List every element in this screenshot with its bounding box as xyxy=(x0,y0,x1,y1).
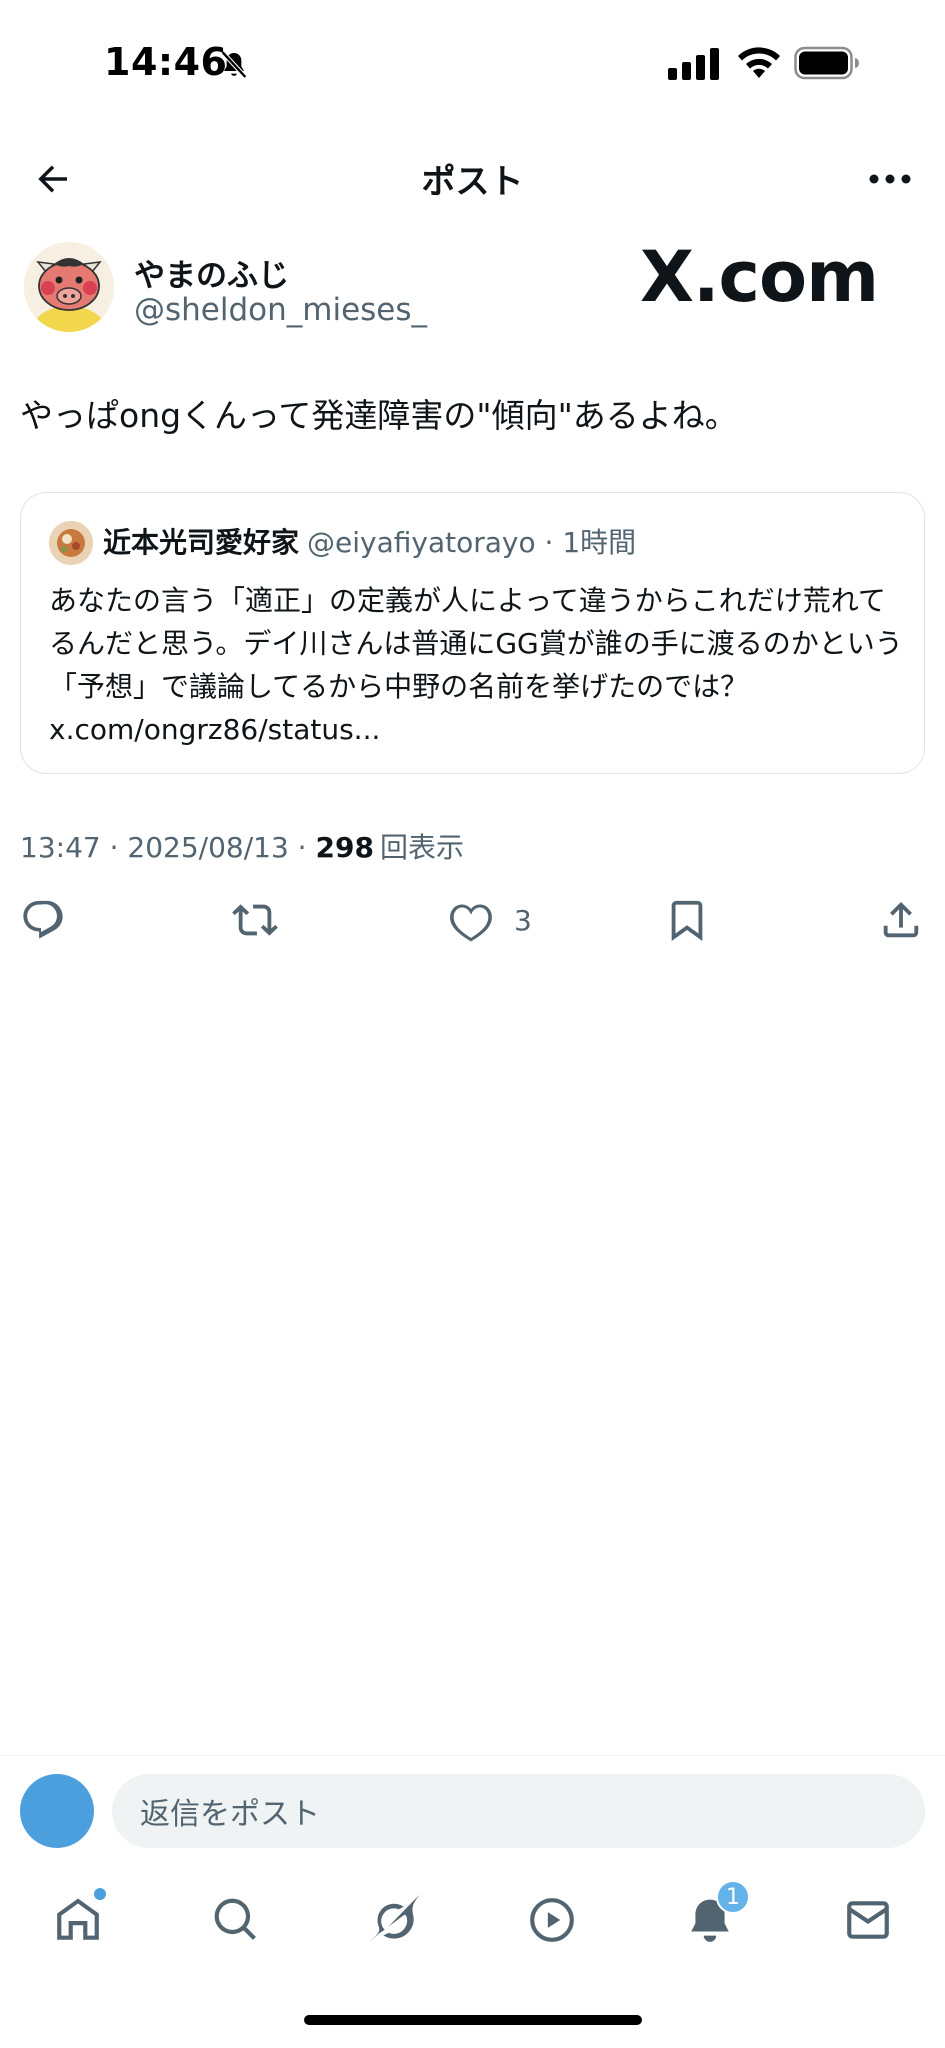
like-button[interactable]: 3 xyxy=(448,890,532,950)
notifications-badge: 1 xyxy=(716,1880,750,1914)
bell-off-icon xyxy=(220,50,248,79)
tab-home[interactable] xyxy=(48,1888,108,1950)
author-handle[interactable]: @sheldon_mieses_ xyxy=(134,292,427,328)
repost-icon xyxy=(232,904,278,936)
more-options-button[interactable] xyxy=(863,154,917,204)
post-actions: 3 xyxy=(0,890,945,950)
cellular-signal-icon xyxy=(668,48,719,80)
tab-messages[interactable] xyxy=(838,1890,898,1950)
views-label: 回表示 xyxy=(379,831,464,864)
more-horizontal-icon xyxy=(869,174,911,184)
quoted-author-name: 近本光司愛好家 xyxy=(103,526,300,559)
grok-icon xyxy=(369,1895,419,1943)
heart-icon xyxy=(450,904,492,942)
tab-grok[interactable] xyxy=(364,1890,424,1950)
quoted-post-text: あなたの言う「適正」の定義が人によって違うからこれだけ荒れてるんだと思う。デイ川… xyxy=(49,584,903,746)
post-body-text: やっぱongくんって発達障害の"傾向"あるよね。 xyxy=(20,396,738,435)
quoted-author-handle: @eiyafiyatorayo xyxy=(307,526,536,559)
author-avatar[interactable] xyxy=(24,242,114,332)
home-new-dot xyxy=(94,1888,106,1900)
status-bar: 14:46 xyxy=(0,0,945,130)
author-name[interactable]: やまのふじ xyxy=(134,250,289,295)
mail-icon xyxy=(847,1901,889,1939)
cartoon-cow-avatar-icon xyxy=(24,242,114,332)
bookmark-icon xyxy=(671,900,703,941)
quoted-post-card[interactable]: 近本光司愛好家 @eiyafiyatorayo · 1時間 あなたの言う「適正」の… xyxy=(20,492,925,774)
tab-notifications[interactable]: 1 xyxy=(680,1880,750,1950)
home-icon xyxy=(57,1898,99,1940)
food-photo-avatar-icon xyxy=(49,521,93,565)
repost-button[interactable] xyxy=(232,890,278,950)
post-meta: 13:47 · 2025/08/13 · 298 回表示 xyxy=(20,826,464,866)
play-icon xyxy=(530,1898,574,1942)
tab-video[interactable] xyxy=(522,1890,582,1950)
x-com-watermark: X.com xyxy=(640,236,879,318)
post-timestamp: 13:47 · 2025/08/13 · xyxy=(20,831,316,864)
home-indicator xyxy=(304,2015,642,2025)
reply-icon xyxy=(23,900,63,939)
share-icon xyxy=(883,901,919,938)
page-title: ポスト xyxy=(421,162,524,202)
share-button[interactable] xyxy=(878,890,924,950)
reply-divider xyxy=(0,1755,945,1756)
tab-search[interactable] xyxy=(206,1890,266,1950)
like-count: 3 xyxy=(514,903,532,937)
battery-icon xyxy=(794,46,859,80)
quoted-author-avatar xyxy=(49,521,93,565)
wifi-icon xyxy=(738,47,780,78)
quoted-separator: · xyxy=(544,526,554,559)
reply-input[interactable]: 返信をポスト xyxy=(112,1774,925,1848)
bottom-tab-bar: 1 xyxy=(0,1880,945,1960)
views-count: 298 xyxy=(315,831,374,864)
quoted-post-header: 近本光司愛好家 @eiyafiyatorayo · 1時間 xyxy=(103,521,636,565)
reply-button[interactable] xyxy=(20,890,66,950)
quoted-post-time: 1時間 xyxy=(562,526,637,559)
bookmark-button[interactable] xyxy=(664,890,710,950)
reply-composer: 返信をポスト xyxy=(0,1770,945,1850)
status-time: 14:46 xyxy=(104,40,228,84)
search-icon xyxy=(214,1898,256,1940)
post-author: やまのふじ @sheldon_mieses_ X.com xyxy=(20,236,920,346)
user-avatar[interactable] xyxy=(20,1774,94,1848)
nav-header: ポスト xyxy=(0,140,945,216)
